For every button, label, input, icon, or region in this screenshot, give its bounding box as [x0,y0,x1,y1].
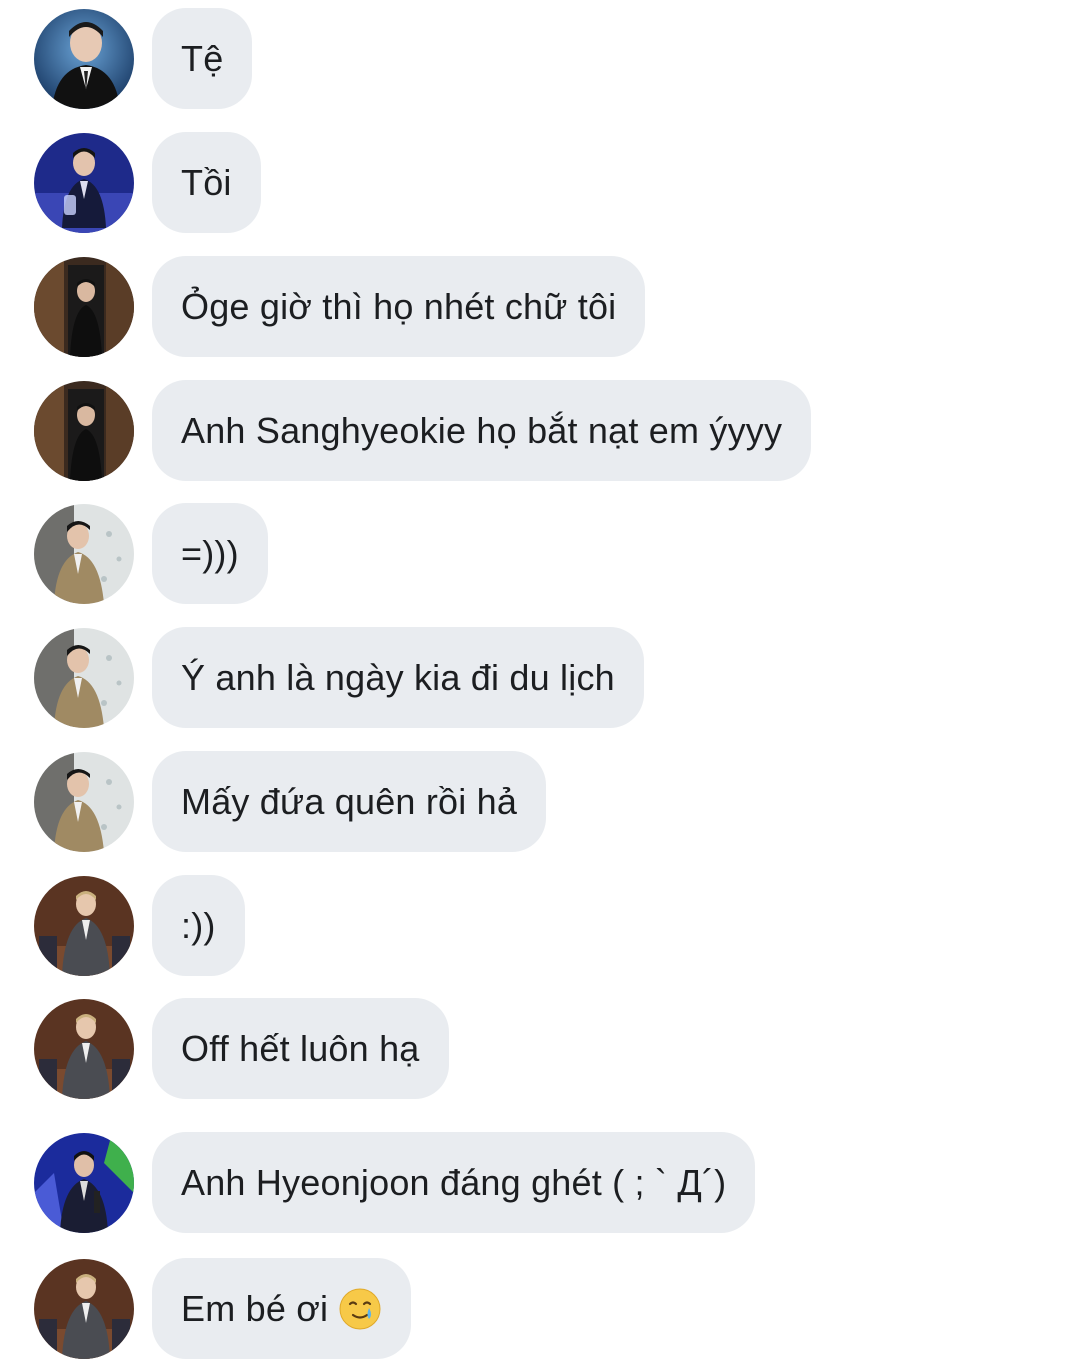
crying-smile-emoji [338,1287,382,1331]
avatar[interactable] [34,627,134,728]
message-bubble[interactable]: Em bé ơi [152,1258,412,1359]
message-text: Ỏge giờ thì họ nhét chữ tôi [181,285,617,327]
message-text: Off hết luôn hạ [181,1027,420,1069]
message-text: Ý anh là ngày kia đi du lịch [181,656,615,698]
message-row: Em bé ơi [34,1258,412,1359]
message-bubble[interactable]: Ý anh là ngày kia đi du lịch [152,627,644,728]
message-row: Tồi [34,132,261,233]
message-bubble[interactable]: Anh Hyeonjoon đáng ghét ( ; ` Д´) [152,1132,756,1233]
message-text: =))) [181,532,239,574]
message-row: Anh Hyeonjoon đáng ghét ( ; ` Д´) [34,1132,756,1233]
message-bubble[interactable]: :)) [152,875,245,976]
message-row: =))) [34,503,268,604]
avatar[interactable] [34,380,134,481]
avatar[interactable] [34,132,134,233]
chat-thread: Tệ Tồi Ỏge giờ thì họ nhét chữ tôi Anh S… [0,0,1080,1365]
avatar[interactable] [34,998,134,1099]
message-row: Tệ [34,8,253,109]
message-row: Ý anh là ngày kia đi du lịch [34,627,644,728]
avatar[interactable] [34,256,134,357]
avatar[interactable] [34,751,134,852]
message-bubble[interactable]: =))) [152,503,268,604]
avatar[interactable] [34,1132,134,1233]
avatar[interactable] [34,8,134,109]
message-text: Mấy đứa quên rồi hả [181,780,518,822]
message-text: Tồi [181,161,232,203]
avatar[interactable] [34,1258,134,1359]
message-bubble[interactable]: Tồi [152,132,261,233]
message-bubble[interactable]: Tệ [152,8,253,109]
message-row: Ỏge giờ thì họ nhét chữ tôi [34,256,646,357]
message-row: Mấy đứa quên rồi hả [34,751,547,852]
avatar[interactable] [34,875,134,976]
message-row: :)) [34,875,245,976]
message-bubble[interactable]: Ỏge giờ thì họ nhét chữ tôi [152,256,646,357]
message-bubble[interactable]: Off hết luôn hạ [152,998,449,1099]
avatar[interactable] [34,503,134,604]
message-text: :)) [181,904,216,946]
message-bubble[interactable]: Mấy đứa quên rồi hả [152,751,547,852]
message-text: Anh Hyeonjoon đáng ghét ( ; ` Д´) [181,1161,727,1203]
message-text: Em bé ơi [181,1287,329,1329]
message-text: Tệ [181,37,224,79]
message-text: Anh Sanghyeokie họ bắt nạt em ýyyy [181,409,783,451]
message-row: Off hết luôn hạ [34,998,449,1099]
message-row: Anh Sanghyeokie họ bắt nạt em ýyyy [34,380,812,481]
message-bubble[interactable]: Anh Sanghyeokie họ bắt nạt em ýyyy [152,380,812,481]
